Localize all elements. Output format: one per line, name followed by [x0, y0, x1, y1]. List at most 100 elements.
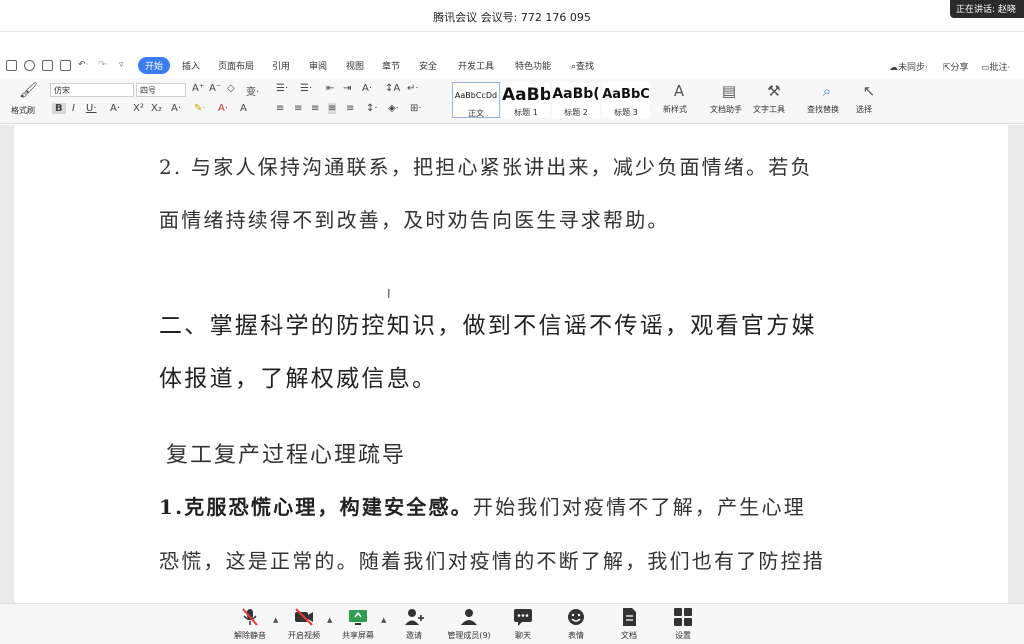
menu-insert[interactable]: 插入: [182, 59, 200, 72]
style-heading-2[interactable]: AaBb( 标题 2: [552, 82, 600, 118]
grow-font-icon[interactable]: A⁺: [192, 83, 204, 94]
italic-icon[interactable]: I: [72, 103, 75, 114]
show-marks-icon[interactable]: ↵·: [407, 83, 419, 94]
new-style-label[interactable]: 新样式: [663, 104, 687, 115]
settings-icon: [674, 608, 692, 626]
format-painter-label[interactable]: 格式刷: [11, 105, 35, 116]
doc-assistant-icon[interactable]: ▤: [720, 82, 738, 100]
paragraph-text: 开始我们对疫情不了解，产生心理: [472, 495, 806, 519]
sync-status[interactable]: ☁未同步·: [889, 60, 928, 73]
bold-icon[interactable]: B: [52, 103, 66, 114]
menu-references[interactable]: 引用: [272, 59, 290, 72]
share-screen-button[interactable]: 共享屏幕: [330, 607, 386, 641]
print-icon[interactable]: [42, 60, 53, 71]
distributed-icon[interactable]: ≡: [346, 103, 354, 114]
font-name-select[interactable]: 仿宋: [50, 83, 134, 97]
text-effect-icon[interactable]: A·: [171, 103, 181, 114]
shading-icon[interactable]: ◈·: [388, 103, 399, 114]
font-color-icon[interactable]: A·: [218, 103, 228, 114]
settings-label: 设置: [675, 631, 691, 640]
document-page[interactable]: 2. 与家人保持沟通联系，把担心紧张讲出来，减少负面情绪。若负 面情绪持续得不到…: [14, 125, 1008, 603]
menu-review[interactable]: 审阅: [309, 59, 327, 72]
char-border-icon[interactable]: A: [240, 103, 247, 114]
increase-indent-icon[interactable]: ⇥: [343, 83, 351, 94]
style-heading-3[interactable]: AaBbC 标题 3: [602, 82, 650, 118]
text-cursor-icon: I: [387, 287, 391, 301]
meeting-toolbar: 解除静音 ▲ 开启视频 ▲ 共享屏幕 ▲ 邀请 管理成员(9) 聊天 表情 文档…: [0, 603, 1024, 644]
chat-button[interactable]: 聊天: [495, 607, 551, 641]
menu-security[interactable]: 安全: [419, 59, 437, 72]
align-center-icon[interactable]: ≡: [294, 103, 302, 114]
numbered-list-icon[interactable]: ☰·: [300, 83, 312, 94]
style-heading-3-sample: AaBbC: [602, 87, 650, 102]
section-heading-line: 二、掌握科学的防控知识，做到不信谣不传谣，观看官方媒: [159, 313, 817, 339]
paragraph-line: 1.克服恐慌心理，构建安全感。开始我们对疫情不了解，产生心理: [159, 491, 806, 520]
highlight-icon[interactable]: ✎·: [194, 103, 206, 114]
menu-developer[interactable]: 开发工具: [458, 59, 494, 72]
start-video-button[interactable]: 开启视频: [276, 607, 332, 641]
share-button[interactable]: ⇱分享: [943, 60, 969, 73]
redo-icon[interactable]: ↷·: [98, 60, 108, 70]
font-size-select[interactable]: 四号: [136, 83, 186, 97]
section-heading-line: 体报道，了解权威信息。: [159, 366, 438, 392]
new-style-icon[interactable]: A: [670, 82, 688, 100]
find-replace-label[interactable]: 查找替换: [807, 104, 839, 115]
find-replace-icon[interactable]: ⌕: [818, 82, 836, 100]
output-icon[interactable]: [24, 60, 35, 71]
style-heading-1[interactable]: AaBb 标题 1: [502, 82, 550, 118]
menu-features[interactable]: 特色功能: [515, 59, 551, 72]
clear-format-icon[interactable]: ◇: [227, 83, 235, 94]
align-right-icon[interactable]: ≡: [311, 103, 319, 114]
doc-assistant-label[interactable]: 文档助手: [710, 104, 742, 115]
document-button[interactable]: 文档: [601, 607, 657, 641]
menu-chapter[interactable]: 章节: [382, 59, 400, 72]
subscript-icon[interactable]: X₂: [151, 103, 162, 114]
select-cursor-icon[interactable]: ↖: [860, 82, 878, 100]
chinese-layout-icon[interactable]: A·: [362, 83, 372, 94]
emoji-icon: [568, 609, 584, 625]
quick-access-dropdown-icon[interactable]: ▿: [119, 60, 124, 70]
unmute-button[interactable]: 解除静音: [222, 607, 278, 641]
settings-button[interactable]: 设置: [655, 607, 711, 641]
line-spacing-icon[interactable]: ↕·: [366, 103, 378, 114]
save-icon[interactable]: [6, 60, 17, 71]
shrink-font-icon[interactable]: A⁻: [209, 83, 221, 94]
share-label: 分享: [950, 63, 969, 73]
manage-members-button[interactable]: 管理成员(9): [441, 607, 497, 641]
select-label[interactable]: 选择: [856, 104, 872, 115]
emoji-button[interactable]: 表情: [548, 607, 604, 641]
invite-button[interactable]: 邀请: [386, 607, 442, 641]
menu-home[interactable]: 开始: [138, 57, 171, 74]
superscript-icon[interactable]: X²: [133, 103, 144, 114]
underline-icon[interactable]: U·: [86, 103, 97, 114]
chat-label: 聊天: [515, 631, 531, 640]
strikethrough-icon[interactable]: A·: [110, 103, 120, 114]
sort-icon[interactable]: ↕A: [385, 83, 400, 94]
menu-page-layout[interactable]: 页面布局: [218, 59, 254, 72]
decrease-indent-icon[interactable]: ⇤: [326, 83, 334, 94]
text-tools-label[interactable]: 文字工具: [753, 104, 785, 115]
meeting-title: 腾讯会议 会议号: 772 176 095: [433, 11, 591, 24]
share-icon: ⇱: [943, 63, 951, 73]
emoji-label: 表情: [568, 631, 584, 640]
style-normal[interactable]: AaBbCcDd 正文: [452, 82, 500, 118]
menu-search[interactable]: ⌕查找: [571, 59, 594, 72]
border-icon[interactable]: ⊞·: [410, 103, 422, 114]
style-heading-1-sample: AaBb: [502, 85, 550, 105]
sub-heading: 复工复产过程心理疏导: [166, 443, 407, 468]
mic-muted-icon: [242, 608, 258, 626]
style-heading-2-label: 标题 2: [564, 108, 588, 117]
phonetic-icon[interactable]: 变·: [246, 83, 259, 98]
document-canvas[interactable]: 2. 与家人保持沟通联系，把担心紧张讲出来，减少负面情绪。若负 面情绪持续得不到…: [0, 125, 1024, 603]
justify-icon[interactable]: ≡: [328, 103, 337, 114]
text-tools-icon[interactable]: ⚒: [765, 82, 783, 100]
print-preview-icon[interactable]: [60, 60, 71, 71]
comment-button[interactable]: ▭批注·: [981, 60, 1010, 73]
bullet-list-icon[interactable]: ☰·: [276, 83, 288, 94]
undo-icon[interactable]: ↶·: [78, 60, 88, 70]
menu-bar: ↶· ↷· ▿ 开始 插入 页面布局 引用 审阅 视图 章节 安全 开发工具 特…: [0, 56, 1024, 78]
format-painter-icon[interactable]: 🖌: [19, 81, 38, 99]
align-left-icon[interactable]: ≡: [276, 103, 284, 114]
chevron-down-icon: ·: [925, 63, 928, 73]
menu-view[interactable]: 视图: [346, 59, 364, 72]
